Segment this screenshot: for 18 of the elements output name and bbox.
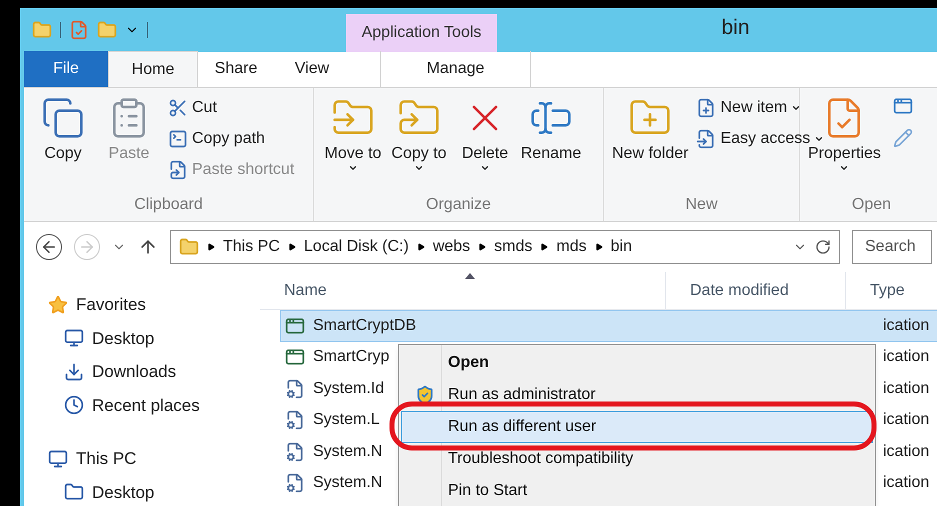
contextual-tab-header: Application Tools <box>346 14 497 52</box>
file-name: SmartCryptDB <box>313 316 416 336</box>
file-type: ication <box>883 378 930 399</box>
file-name: SmartCryp <box>313 347 390 368</box>
file-type: ication <box>883 410 930 430</box>
group-label: Open <box>850 195 892 215</box>
group-label: Clipboard <box>133 195 204 215</box>
file-name: System.L <box>313 410 380 430</box>
file-name: System.Id <box>313 378 384 399</box>
file-type: ication <box>883 473 930 494</box>
window-title: bin <box>721 15 750 42</box>
group-label: Organize <box>425 195 492 215</box>
file-type: ication <box>883 347 930 368</box>
file-name: System.N <box>313 442 382 462</box>
file-name: System.N <box>313 473 382 494</box>
group-label: New <box>684 195 718 215</box>
file-type: ication <box>883 442 930 462</box>
file-type: ication <box>883 316 930 336</box>
